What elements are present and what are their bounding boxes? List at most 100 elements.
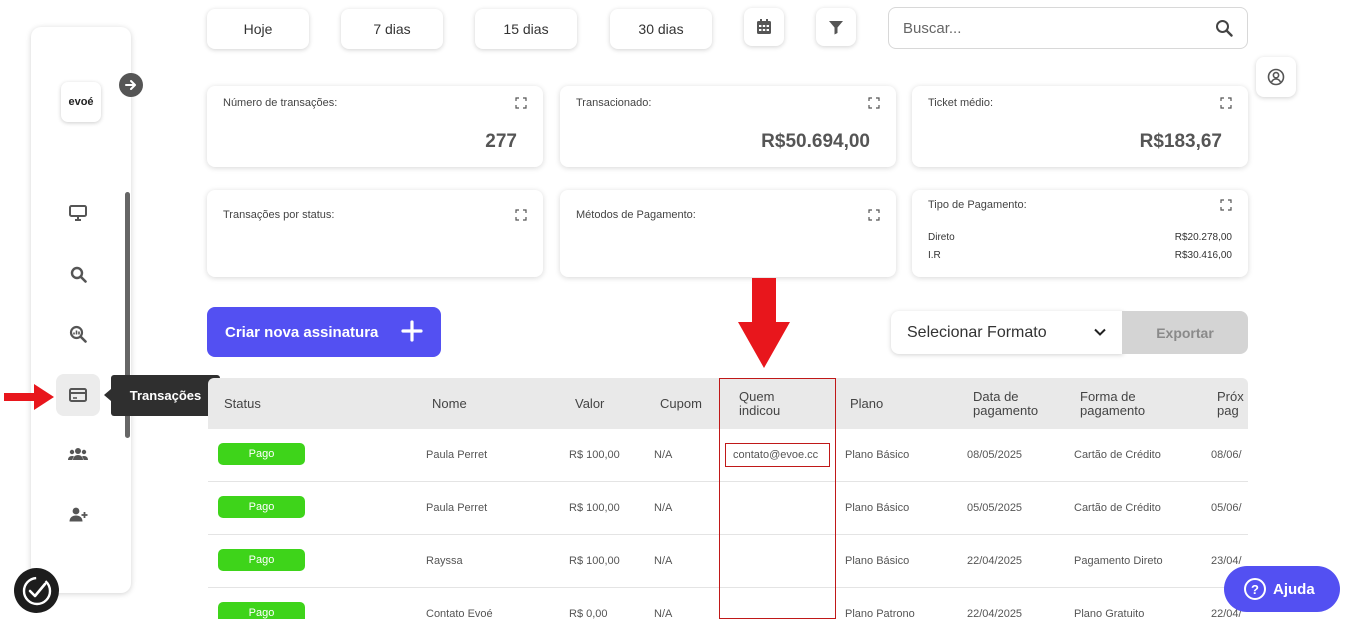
- users-icon: [68, 448, 88, 460]
- status-badge: Pago: [218, 602, 305, 619]
- table-header: Status Nome Valor Cupom Quem indicou Pla…: [208, 378, 1248, 429]
- header-valor[interactable]: Valor: [575, 397, 604, 411]
- filter-label: Hoje: [243, 21, 273, 37]
- profile-button[interactable]: [1256, 57, 1296, 97]
- sidebar-item-add-user[interactable]: [56, 493, 100, 535]
- sidebar-item-analytics[interactable]: [56, 313, 100, 355]
- filter-15-days[interactable]: 15 dias: [475, 9, 577, 49]
- table-row[interactable]: Pago Paula Perret R$ 100,00 N/A Plano Bá…: [208, 482, 1248, 535]
- header-status[interactable]: Status: [224, 397, 261, 411]
- cell-nome: Contato Evoé: [426, 608, 493, 619]
- header-line: pagamento: [973, 403, 1039, 418]
- cell-cupom: N/A: [654, 555, 673, 567]
- card-by-status: Transações por status:: [207, 190, 543, 277]
- export-button[interactable]: Exportar: [1122, 311, 1248, 354]
- filter-label: 30 dias: [638, 21, 684, 37]
- cell-nome: Paula Perret: [426, 449, 488, 461]
- help-label: Ajuda: [1273, 580, 1315, 598]
- help-button[interactable]: ? Ajuda: [1224, 566, 1340, 612]
- annotation-arrow-down-icon: [738, 278, 790, 368]
- table-row[interactable]: Pago Paula Perret R$ 100,00 N/A contato@…: [208, 429, 1248, 482]
- monitor-icon: [69, 205, 87, 221]
- filter-7-days[interactable]: 7 dias: [341, 9, 443, 49]
- table-row[interactable]: Pago Rayssa R$ 100,00 N/A Plano Básico 2…: [208, 535, 1248, 588]
- cell-plano: Plano Básico: [845, 449, 910, 461]
- sidebar-item-transactions[interactable]: [56, 374, 100, 416]
- check-badge-icon: [22, 576, 51, 605]
- cell-cupom: N/A: [654, 502, 673, 514]
- cell-data: 08/05/2025: [967, 449, 1023, 461]
- expand-icon[interactable]: [1220, 97, 1232, 109]
- cell-data: 22/04/2025: [967, 555, 1023, 567]
- sidebar-item-users[interactable]: [56, 433, 100, 475]
- logo-text: evoé: [68, 96, 94, 108]
- card-value: R$50.694,00: [761, 131, 870, 152]
- cell-valor: R$ 100,00: [569, 502, 620, 514]
- table-row[interactable]: Pago Contato Evoé R$ 0,00 N/A Plano Patr…: [208, 588, 1248, 619]
- expand-icon[interactable]: [515, 209, 527, 221]
- header-nome[interactable]: Nome: [432, 397, 467, 411]
- format-select[interactable]: Selecionar Formato: [891, 311, 1123, 354]
- header-data-pagamento[interactable]: Data de pagamento: [973, 390, 1038, 418]
- card-title: Número de transações:: [223, 97, 338, 109]
- tooltip-label: Transações: [129, 388, 202, 403]
- expand-icon[interactable]: [868, 209, 880, 221]
- row-label: Direto: [928, 232, 955, 243]
- header-proximo-pagamento[interactable]: Próx pag: [1217, 390, 1244, 418]
- app-logo[interactable]: evoé: [61, 82, 101, 122]
- row-value: R$20.278,00: [1174, 232, 1232, 243]
- filter-button[interactable]: [816, 8, 856, 46]
- card-value: R$183,67: [1139, 131, 1222, 152]
- card-ticket: Ticket médio: R$183,67: [912, 86, 1248, 167]
- cell-proximo: 23/04/: [1211, 555, 1242, 567]
- filter-label: 7 dias: [373, 21, 411, 37]
- filter-label: 15 dias: [503, 21, 549, 37]
- cell-proximo: 05/06/: [1211, 502, 1242, 514]
- payment-type-row: Direto R$20.278,00: [928, 232, 1232, 243]
- header-plano[interactable]: Plano: [850, 397, 883, 411]
- header-line: Data de: [973, 389, 1019, 404]
- search-icon[interactable]: [1215, 19, 1233, 37]
- create-subscription-button[interactable]: Criar nova assinatura: [207, 307, 441, 357]
- header-line: Forma de: [1080, 389, 1136, 404]
- calendar-icon: [757, 19, 771, 34]
- cell-quem-indicou: contato@evoe.cc: [733, 449, 819, 461]
- filter-today[interactable]: Hoje: [207, 9, 309, 49]
- card-num-transactions: Número de transações: 277: [207, 86, 543, 167]
- header-quem-indicou[interactable]: Quem indicou: [739, 390, 780, 418]
- user-circle-icon: [1267, 68, 1285, 86]
- cell-nome: Paula Perret: [426, 502, 488, 514]
- cell-valor: R$ 0,00: [569, 608, 608, 619]
- question-icon: ?: [1244, 578, 1266, 600]
- sidebar-item-search[interactable]: [56, 253, 100, 295]
- arrow-right-icon: [125, 80, 136, 90]
- search-input[interactable]: [903, 19, 1215, 37]
- verified-badge[interactable]: [14, 568, 59, 613]
- card-transacted: Transacionado: R$50.694,00: [560, 86, 896, 167]
- cell-nome: Rayssa: [426, 555, 463, 567]
- cell-plano: Plano Básico: [845, 502, 910, 514]
- header-line: pagamento: [1080, 403, 1146, 418]
- header-cupom[interactable]: Cupom: [660, 397, 702, 411]
- header-line: Quem: [739, 389, 775, 404]
- header-line: Próx: [1217, 389, 1244, 404]
- card-icon: [69, 388, 87, 402]
- expand-icon[interactable]: [868, 97, 880, 109]
- header-forma-pagamento[interactable]: Forma de pagamento: [1080, 390, 1145, 418]
- calendar-button[interactable]: [744, 8, 784, 46]
- card-title: Ticket médio:: [928, 97, 994, 109]
- expand-sidebar-button[interactable]: [119, 73, 143, 97]
- card-title: Métodos de Pagamento:: [576, 209, 696, 221]
- filter-30-days[interactable]: 30 dias: [610, 9, 712, 49]
- sidebar-item-dashboard[interactable]: [56, 192, 100, 234]
- expand-icon[interactable]: [1220, 199, 1232, 211]
- create-button-label: Criar nova assinatura: [225, 323, 379, 341]
- card-payment-methods: Métodos de Pagamento:: [560, 190, 896, 277]
- annotation-arrow-icon: [4, 384, 54, 410]
- search-box[interactable]: [888, 7, 1248, 49]
- plus-icon: [401, 320, 423, 342]
- cell-valor: R$ 100,00: [569, 449, 620, 461]
- expand-icon[interactable]: [515, 97, 527, 109]
- search-icon: [70, 266, 87, 283]
- cell-plano: Plano Patrono: [845, 608, 915, 619]
